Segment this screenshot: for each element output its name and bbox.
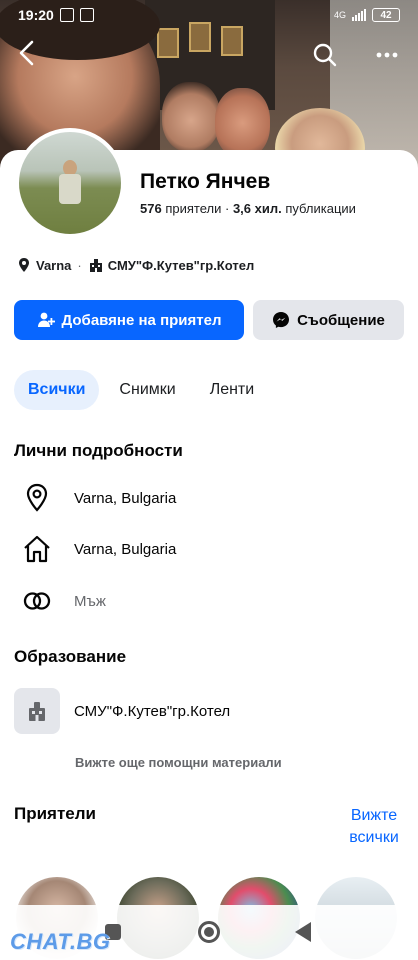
posts-label: публикации (285, 201, 356, 216)
friends-count[interactable]: 576 (140, 201, 162, 216)
cover-person (215, 88, 270, 158)
battery-icon: 42 (372, 8, 400, 22)
details-title: Лични подробности (14, 441, 183, 460)
add-person-icon (37, 312, 55, 327)
search-button[interactable] (310, 40, 340, 70)
add-friend-button[interactable]: Добавяне на приятел (14, 300, 244, 340)
back-arrow-icon (19, 40, 34, 66)
profile-meta: Varna · СМУ"Ф.Кутев"гр.Котел (16, 257, 254, 273)
status-time: 19:20 (18, 7, 54, 23)
search-icon (313, 43, 337, 67)
see-all-friends-link[interactable]: Вижте всички (340, 805, 408, 849)
home-button-icon[interactable] (198, 921, 220, 943)
avatar-person-body (59, 174, 81, 204)
home-icon (20, 532, 54, 566)
message-label: Съобщение (297, 311, 385, 329)
stats-separator: · (224, 201, 230, 216)
detail-text: Varna, Bulgaria (74, 540, 177, 558)
upload-icon (79, 8, 94, 22)
detail-gender: Мъж (20, 584, 106, 618)
cover-person (162, 82, 220, 152)
detail-hometown: Varna, Bulgaria (20, 532, 176, 566)
message-button[interactable]: Съобщение (253, 300, 404, 340)
top-navigation (0, 36, 418, 72)
location-pin-icon (20, 481, 54, 515)
meta-school[interactable]: СМУ"Ф.Кутев"гр.Котел (108, 258, 254, 273)
gender-rings-icon (20, 584, 54, 618)
signal-icon (352, 9, 366, 21)
more-options-button[interactable] (372, 40, 402, 70)
detail-text: Мъж (74, 592, 106, 610)
friends-label[interactable]: приятели (165, 201, 221, 216)
notification-icon (59, 8, 74, 22)
back-button[interactable] (14, 38, 44, 70)
posts-count: 3,6 хил. (232, 201, 282, 216)
profile-stats: 576 приятели · 3,6 хил. публикации (140, 201, 356, 216)
education-item[interactable]: СМУ"Ф.Кутев"гр.Котел (14, 688, 230, 734)
tab-reels[interactable]: Ленти (196, 370, 269, 410)
school-building-icon (89, 259, 102, 272)
status-bar: 19:20 4G 42 (0, 0, 418, 30)
battery-level: 42 (380, 9, 392, 21)
status-right: 4G 42 (334, 8, 400, 22)
add-friend-label: Добавяне на приятел (61, 311, 222, 329)
meta-location[interactable]: Varna (36, 258, 71, 273)
more-dots-icon (376, 52, 398, 58)
detail-current-city: Varna, Bulgaria (20, 481, 176, 515)
messenger-icon (273, 312, 290, 328)
meta-separator: · (77, 257, 82, 273)
profile-avatar[interactable] (15, 128, 125, 238)
back-triangle-icon[interactable] (295, 922, 311, 942)
detail-text: Varna, Bulgaria (74, 489, 177, 507)
friends-title: Приятели (14, 804, 97, 823)
education-school[interactable]: СМУ"Ф.Кутев"гр.Котел (74, 703, 230, 720)
watermark-logo: CHAT.BG (10, 929, 111, 954)
see-more-link[interactable]: Вижте още помощни материали (75, 755, 282, 770)
profile-tabs: Всички Снимки Ленти (14, 370, 274, 410)
school-building-icon (14, 688, 60, 734)
location-pin-icon (19, 258, 29, 272)
network-type: 4G (333, 10, 346, 20)
education-title: Образование (14, 647, 127, 666)
tab-all[interactable]: Всички (14, 370, 100, 410)
profile-name: Петко Янчев (140, 170, 271, 193)
tab-photos[interactable]: Снимки (105, 370, 189, 410)
